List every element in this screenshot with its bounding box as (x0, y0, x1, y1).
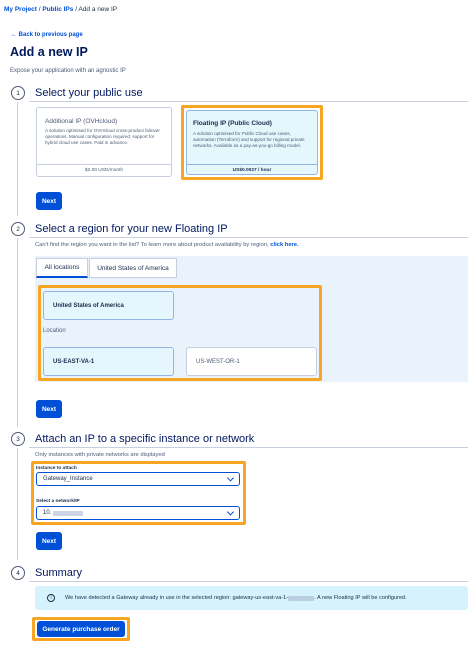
network-select-value: 10. (43, 510, 52, 516)
instance-label: Instance to attach (36, 466, 77, 471)
card-divider (37, 164, 171, 165)
region-tile-label: US-EAST-VA-1 (53, 359, 95, 365)
country-tile-usa[interactable]: United States of America (43, 291, 174, 320)
step-4-badge: 4 (11, 566, 25, 580)
step-3-badge: 3 (11, 432, 25, 446)
additional-ip-card[interactable]: Additional IP (OVHcloud) A solution opti… (36, 107, 172, 177)
step-2-divider (29, 237, 468, 238)
region-hint: Can't find the region you want in the li… (35, 242, 299, 248)
back-link[interactable]: ← Back to previous page (11, 32, 83, 38)
breadcrumb: My Project / Public IPs / Add a new IP (4, 6, 117, 13)
gateway-info-banner: i We have detected a Gateway already in … (35, 586, 468, 610)
card-divider (187, 164, 317, 165)
step-1-title: Select your public use (35, 87, 143, 99)
region-hint-link[interactable]: click here. (270, 242, 298, 248)
step-1-badge: 1 (11, 86, 25, 100)
instances-hint: Only instances with private networks are… (35, 452, 165, 458)
step-2-connector (17, 238, 18, 427)
step-1-connector (17, 102, 18, 216)
step-2-badge: 2 (11, 222, 25, 236)
additional-ip-description: A solution optimised for OVHcloud cross-… (45, 128, 160, 145)
chevron-down-icon (226, 508, 235, 516)
chevron-down-icon (226, 474, 235, 482)
step-3-divider (29, 447, 468, 448)
page-title: Add a new IP (10, 45, 88, 59)
breadcrumb-separator: / (75, 6, 78, 13)
breadcrumb-separator: / (38, 6, 41, 13)
region-hint-text: Can't find the region you want in the li… (35, 242, 269, 248)
step-2-next-button[interactable]: Next (36, 400, 62, 418)
floating-ip-price: US$0.0027 / hour (232, 168, 272, 173)
step-3-connector (17, 448, 18, 560)
step-1-divider (29, 101, 468, 102)
floating-ip-description: A solution optimised for Public Cloud us… (193, 131, 305, 148)
additional-ip-title: Additional IP (OVHcloud) (45, 118, 118, 125)
breadcrumb-current: Add a new IP (78, 6, 118, 13)
breadcrumb-public-ips[interactable]: Public IPs (42, 6, 73, 13)
tab-all-locations[interactable]: All locations (36, 258, 88, 278)
tab-united-states[interactable]: United States of America (89, 258, 177, 278)
step-1-next-button[interactable]: Next (36, 192, 62, 210)
page-subtitle: Expose your application with an agnostic… (10, 68, 126, 74)
redacted-ip (53, 510, 84, 516)
gateway-info-prefix: We have detected a Gateway already in us… (65, 595, 289, 601)
additional-ip-price: $2.00 USD/month (84, 168, 124, 173)
generate-purchase-order-button[interactable]: Generate purchase order (37, 621, 125, 637)
location-label: Location (43, 328, 66, 334)
network-label: Select a network/IP (36, 499, 80, 504)
step-3-next-button[interactable]: Next (36, 532, 62, 550)
region-tile-us-east-va-1[interactable]: US-EAST-VA-1 (43, 347, 174, 376)
info-icon: i (47, 594, 55, 602)
country-tile-label: United States of America (53, 303, 124, 309)
instance-select[interactable]: Gateway_Instance (36, 472, 240, 486)
breadcrumb-my-project[interactable]: My Project (4, 6, 37, 13)
redacted-gateway-id (288, 595, 315, 601)
step-4-divider (29, 581, 468, 582)
step-2-title: Select a region for your new Floating IP (35, 223, 228, 235)
floating-ip-card[interactable]: Floating IP (Public Cloud) A solution op… (186, 110, 318, 175)
step-3-title: Attach an IP to a specific instance or n… (35, 433, 255, 445)
region-tile-label: US-WEST-OR-1 (196, 359, 240, 365)
floating-ip-title: Floating IP (Public Cloud) (193, 120, 272, 127)
region-tile-us-west-or-1[interactable]: US-WEST-OR-1 (186, 347, 317, 376)
instance-select-value: Gateway_Instance (43, 476, 93, 482)
network-select[interactable]: 10. (36, 506, 240, 520)
step-4-title: Summary (35, 567, 83, 579)
gateway-info-suffix: . A new Floating IP will be configured. (314, 595, 407, 601)
